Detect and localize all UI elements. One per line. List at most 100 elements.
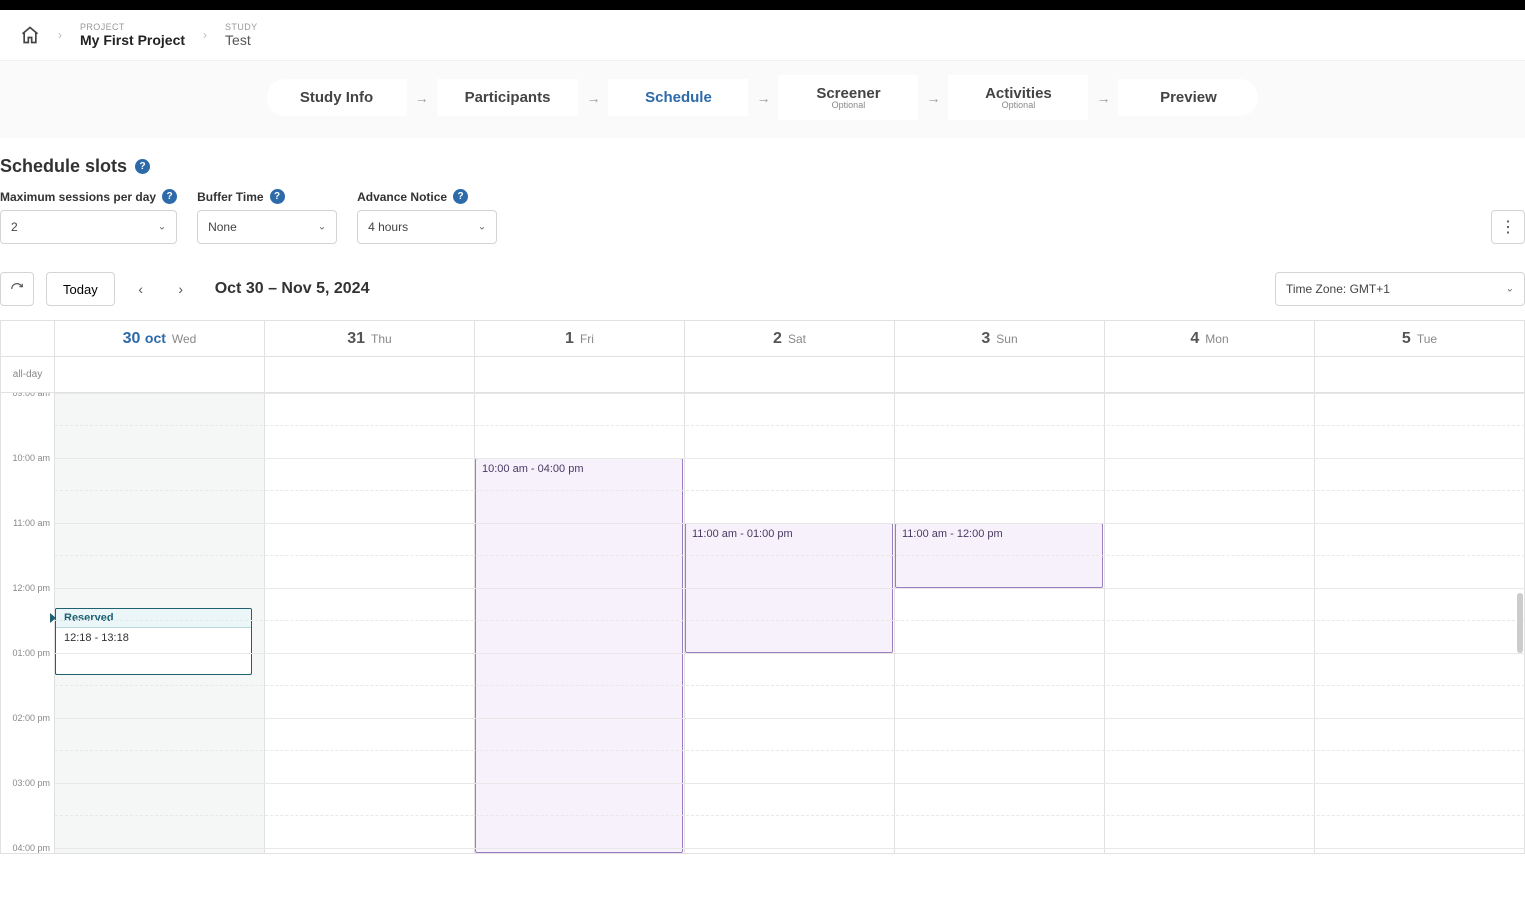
breadcrumb-study[interactable]: STUDY Test — [225, 22, 258, 48]
arrow-right-icon: → — [922, 90, 944, 106]
advance-notice-label: Advance Notice — [357, 190, 447, 204]
help-icon[interactable]: ? — [270, 189, 285, 204]
breadcrumb-study-label: STUDY — [225, 22, 258, 32]
time-label: 04:00 pm — [12, 843, 50, 853]
refresh-button[interactable] — [0, 272, 34, 306]
allday-cell[interactable] — [265, 357, 475, 392]
allday-cell[interactable] — [1105, 357, 1315, 392]
day-header-sun[interactable]: 3 Sun — [895, 321, 1105, 356]
chevron-down-icon: ⌄ — [478, 222, 486, 233]
today-button[interactable]: Today — [46, 272, 115, 306]
breadcrumb-project[interactable]: PROJECT My First Project — [80, 22, 185, 48]
allday-cell[interactable] — [685, 357, 895, 392]
day-column-fri[interactable]: 10:00 am - 04:00 pm — [475, 393, 685, 853]
arrow-right-icon: → — [582, 90, 604, 106]
event-time: 10:00 am - 04:00 pm — [482, 463, 584, 475]
chevron-down-icon: ⌄ — [1506, 284, 1514, 295]
chevron-left-icon: ‹ — [138, 281, 143, 297]
day-column-thu[interactable] — [265, 393, 475, 853]
day-number: 2 — [773, 330, 782, 348]
day-header-mon[interactable]: 4 Mon — [1105, 321, 1315, 356]
calendar-grid: 09:00 am 10:00 am 11:00 am 12:00 pm 01:0… — [1, 393, 1525, 853]
help-icon[interactable]: ? — [162, 189, 177, 204]
advance-notice-select[interactable]: 4 hours ⌄ — [357, 210, 497, 244]
next-week-button[interactable]: › — [167, 275, 195, 303]
day-header-wed[interactable]: 30 oct Wed — [55, 321, 265, 356]
buffer-time-label: Buffer Time — [197, 190, 263, 204]
day-number: 4 — [1190, 330, 1199, 348]
chevron-down-icon: ⌄ — [158, 222, 166, 233]
help-icon[interactable]: ? — [135, 159, 150, 174]
breadcrumb-project-value: My First Project — [80, 32, 185, 48]
date-range-label: Oct 30 – Nov 5, 2024 — [215, 280, 370, 298]
step-study-info[interactable]: Study Info — [267, 79, 407, 116]
event-title: Reserved — [56, 609, 251, 628]
step-activities[interactable]: Activities Optional — [948, 75, 1088, 120]
arrow-right-icon: → — [752, 90, 774, 106]
allday-cell[interactable] — [475, 357, 685, 392]
max-sessions-group: Maximum sessions per day ? 2 ⌄ — [0, 189, 177, 244]
step-screener[interactable]: Screener Optional — [778, 75, 918, 120]
day-column-wed[interactable]: Reserved 12:18 - 13:18 — [55, 393, 265, 853]
advance-notice-group: Advance Notice ? 4 hours ⌄ — [357, 189, 497, 244]
arrow-right-icon: → — [1092, 90, 1114, 106]
event-reserved[interactable]: Reserved 12:18 - 13:18 — [55, 608, 252, 675]
now-indicator-icon — [50, 613, 56, 623]
chevron-right-icon: › — [203, 28, 207, 42]
day-header-thu[interactable]: 31 Thu — [265, 321, 475, 356]
time-label: 03:00 pm — [12, 778, 50, 788]
event-slot[interactable]: 11:00 am - 12:00 pm — [895, 523, 1103, 588]
day-of-week: Thu — [371, 332, 392, 346]
max-sessions-select[interactable]: 2 ⌄ — [0, 210, 177, 244]
event-slot[interactable]: 11:00 am - 01:00 pm — [685, 523, 893, 653]
event-time: 11:00 am - 01:00 pm — [692, 528, 793, 540]
calendar: 30 oct Wed 31 Thu 1 Fri 2 Sat 3 Sun 4 Mo… — [0, 320, 1525, 854]
time-label: 01:00 pm — [12, 648, 50, 658]
day-header-fri[interactable]: 1 Fri — [475, 321, 685, 356]
step-label: Preview — [1146, 89, 1230, 106]
breadcrumb: › PROJECT My First Project › STUDY Test — [0, 10, 1525, 61]
day-column-tue[interactable] — [1315, 393, 1525, 853]
home-icon[interactable] — [20, 25, 40, 45]
step-preview[interactable]: Preview — [1118, 79, 1258, 116]
max-sessions-label: Maximum sessions per day — [0, 190, 156, 204]
page-title: Schedule slots — [0, 156, 127, 177]
chevron-right-icon: › — [58, 28, 62, 42]
day-of-week: Sun — [996, 332, 1017, 346]
day-number: 31 — [347, 330, 365, 348]
prev-week-button[interactable]: ‹ — [127, 275, 155, 303]
arrow-right-icon: → — [411, 90, 433, 106]
calendar-toolbar: Today ‹ › Oct 30 – Nov 5, 2024 Time Zone… — [0, 262, 1525, 320]
event-time: 12:18 - 13:18 — [56, 628, 251, 648]
time-label: 09:00 am — [12, 393, 50, 398]
more-options-button[interactable]: ⋮ — [1491, 210, 1525, 244]
day-header-sat[interactable]: 2 Sat — [685, 321, 895, 356]
scrollbar-thumb[interactable] — [1517, 593, 1523, 653]
allday-cell[interactable] — [895, 357, 1105, 392]
step-participants[interactable]: Participants — [437, 79, 579, 116]
event-time: 11:00 am - 12:00 pm — [902, 528, 1003, 540]
timezone-select[interactable]: Time Zone: GMT+1 ⌄ — [1275, 272, 1525, 306]
step-schedule[interactable]: Schedule — [608, 79, 748, 116]
allday-row: all-day — [1, 357, 1525, 393]
day-column-sun[interactable]: 11:00 am - 12:00 pm — [895, 393, 1105, 853]
breadcrumb-project-label: PROJECT — [80, 22, 185, 32]
kebab-icon: ⋮ — [1500, 217, 1516, 237]
step-label: Participants — [465, 89, 551, 106]
day-number: 30 oct — [123, 330, 166, 348]
day-of-week: Wed — [172, 332, 196, 346]
allday-cell[interactable] — [55, 357, 265, 392]
help-icon[interactable]: ? — [453, 189, 468, 204]
chevron-right-icon: › — [178, 281, 183, 297]
day-headers: 30 oct Wed 31 Thu 1 Fri 2 Sat 3 Sun 4 Mo… — [1, 321, 1525, 357]
day-of-week: Fri — [580, 332, 594, 346]
event-slot[interactable]: 10:00 am - 04:00 pm — [475, 458, 683, 853]
allday-label: all-day — [1, 357, 55, 392]
day-column-mon[interactable] — [1105, 393, 1315, 853]
day-column-sat[interactable]: 11:00 am - 01:00 pm — [685, 393, 895, 853]
day-header-tue[interactable]: 5 Tue — [1315, 321, 1525, 356]
buffer-time-select[interactable]: None ⌄ — [197, 210, 337, 244]
top-black-bar — [0, 0, 1525, 10]
day-of-week: Mon — [1205, 332, 1228, 346]
allday-cell[interactable] — [1315, 357, 1525, 392]
